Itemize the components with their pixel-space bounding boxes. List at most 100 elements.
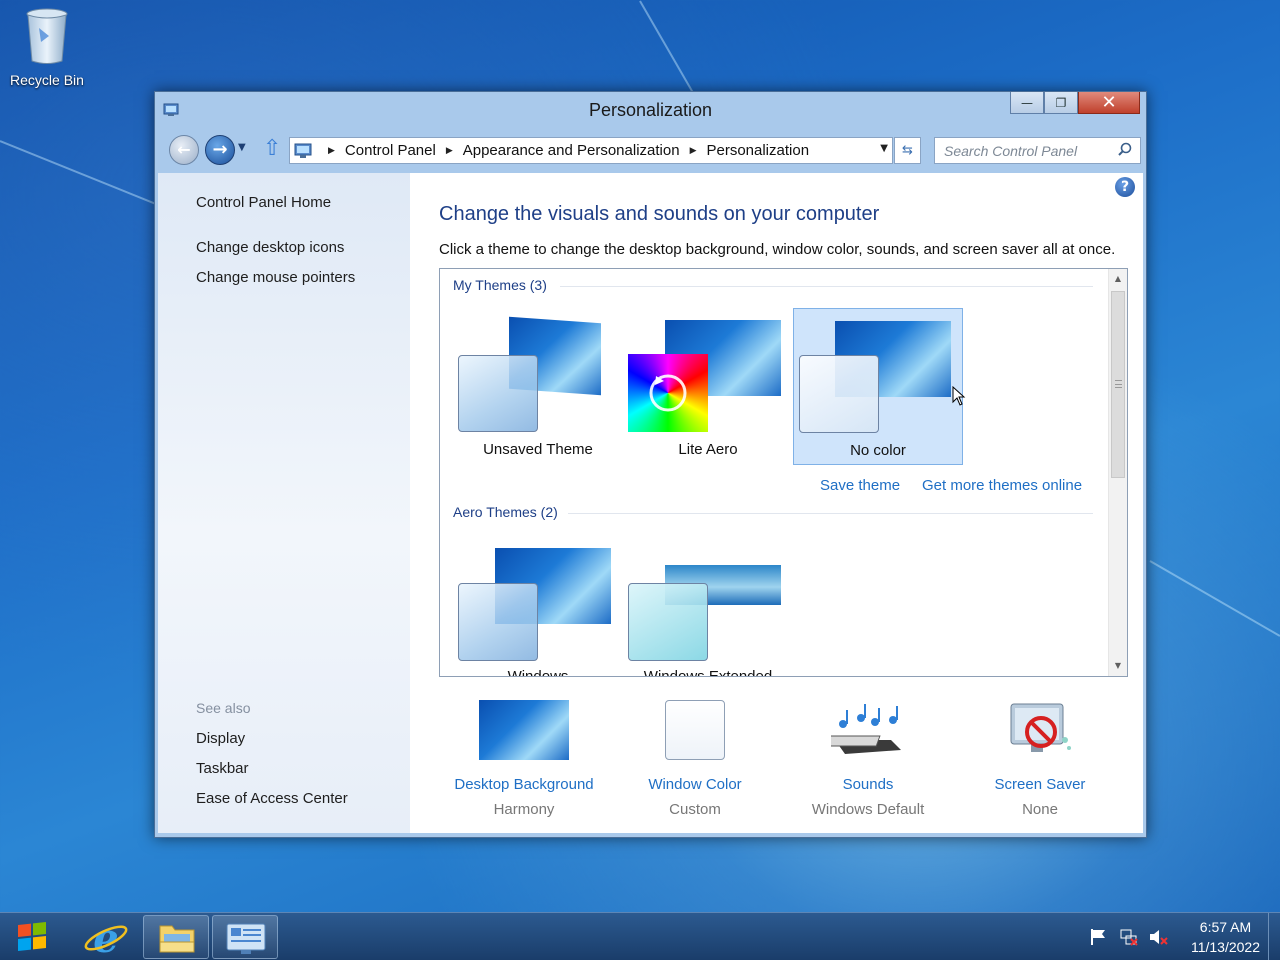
back-button[interactable]: ← — [169, 135, 199, 165]
theme-no-color[interactable]: No color — [793, 308, 963, 465]
window-color-setting[interactable]: Window Color Custom — [609, 700, 781, 818]
breadcrumb-separator-icon[interactable]: ▶ — [328, 145, 335, 156]
theme-lite-aero[interactable]: Lite Aero — [623, 308, 793, 465]
back-arrow-icon: ← — [177, 140, 191, 159]
theme-list[interactable]: My Themes (3) Unsaved Theme Lite Aero No… — [439, 268, 1128, 677]
navigation-bar: ← → ▼ ⇧ ▶ Control Panel ▶ Appearance and… — [155, 132, 1146, 168]
minimize-icon: — — [1021, 95, 1033, 110]
desktop-background-setting[interactable]: Desktop Background Harmony — [438, 700, 610, 818]
theme-name: No color — [850, 442, 906, 459]
setting-value: Custom — [669, 801, 721, 818]
theme-name: Lite Aero — [678, 441, 738, 458]
clock-date: 11/13/2022 — [1190, 939, 1260, 955]
theme-window-preview — [799, 355, 879, 433]
get-more-themes-link[interactable]: Get more themes online — [922, 477, 1082, 494]
breadcrumb-personalization[interactable]: Personalization — [706, 142, 809, 159]
clock-time: 6:57 AM — [1199, 919, 1252, 935]
svg-text:e: e — [93, 916, 118, 960]
chevron-down-icon: ▼ — [880, 143, 888, 154]
page-description: Click a theme to change the desktop back… — [439, 241, 1116, 258]
help-button[interactable]: ? — [1115, 177, 1135, 197]
task-pane: Control Panel Home Change desktop icons … — [158, 173, 410, 833]
taskbar-control-panel[interactable] — [212, 915, 278, 959]
control-panel-icon — [294, 143, 312, 159]
start-button[interactable] — [0, 913, 66, 960]
search-input[interactable]: Search Control Panel — [944, 143, 1077, 159]
my-themes-header: My Themes (3) — [453, 277, 547, 293]
maximize-icon: ❐ — [1055, 95, 1067, 110]
up-arrow-icon: ⇧ — [263, 136, 282, 161]
screen-saver-setting[interactable]: Screen Saver None — [954, 700, 1126, 818]
setting-label[interactable]: Desktop Background — [438, 776, 610, 793]
search-box[interactable]: Search Control Panel — [934, 137, 1141, 164]
chevron-down-icon: ▼ — [238, 142, 246, 153]
search-icon[interactable] — [1118, 142, 1132, 156]
taskbar-link[interactable]: Taskbar — [196, 760, 249, 777]
close-icon: ✕ — [1101, 92, 1117, 113]
forward-arrow-icon: → — [212, 139, 228, 160]
content-area: Control Panel Home Change desktop icons … — [158, 173, 1143, 833]
refresh-button[interactable]: ⇆ — [894, 137, 921, 164]
breadcrumb: ▶ Control Panel ▶ Appearance and Persona… — [318, 142, 809, 159]
theme-name: Unsaved Theme — [483, 441, 593, 458]
taskbar-file-explorer[interactable] — [143, 915, 209, 959]
volume-muted-icon[interactable] — [1148, 927, 1168, 947]
theme-unsaved[interactable]: Unsaved Theme — [453, 308, 623, 465]
change-mouse-pointers-link[interactable]: Change mouse pointers — [196, 269, 355, 286]
group-divider — [560, 286, 1093, 287]
breadcrumb-separator-icon[interactable]: ▶ — [446, 145, 453, 156]
breadcrumb-appearance[interactable]: Appearance and Personalization — [463, 142, 680, 159]
show-desktop-button[interactable] — [1268, 913, 1280, 960]
address-bar[interactable]: ▶ Control Panel ▶ Appearance and Persona… — [289, 137, 893, 164]
theme-windows-extended[interactable]: Windows Extended — [623, 535, 793, 676]
minimize-button[interactable]: — — [1010, 92, 1044, 114]
wallpaper-streak — [0, 140, 158, 206]
action-center-flag-icon[interactable] — [1088, 927, 1108, 947]
setting-label[interactable]: Screen Saver — [954, 776, 1126, 793]
internet-explorer-icon: e — [84, 915, 128, 960]
address-history-dropdown[interactable]: ▼ — [880, 143, 888, 154]
title-bar[interactable]: Personalization — ❐ ✕ — [155, 92, 1146, 130]
scroll-down-button[interactable]: ▼ — [1109, 658, 1127, 674]
sounds-setting[interactable]: Sounds Windows Default — [782, 700, 954, 818]
folder-icon — [159, 925, 195, 953]
see-also-header: See also — [196, 700, 251, 716]
maximize-button[interactable]: ❐ — [1044, 92, 1078, 114]
windows-logo-icon — [18, 922, 46, 951]
recycle-bin-shortcut[interactable]: Recycle Bin — [6, 6, 88, 88]
close-button[interactable]: ✕ — [1078, 92, 1140, 114]
wallpaper-streak — [1149, 560, 1280, 637]
ease-of-access-link[interactable]: Ease of Access Center — [196, 790, 348, 807]
clock[interactable]: 6:57 AM 11/13/2022 — [1191, 917, 1260, 957]
grip-icon — [1115, 380, 1122, 388]
breadcrumb-control-panel[interactable]: Control Panel — [345, 142, 436, 159]
wallpaper-streak — [639, 0, 696, 97]
setting-label[interactable]: Sounds — [782, 776, 954, 793]
window-color-icon — [665, 700, 725, 764]
display-link[interactable]: Display — [196, 730, 245, 747]
scroll-up-button[interactable]: ▲ — [1109, 271, 1127, 287]
theme-list-scrollbar[interactable]: ▲ ▼ — [1108, 269, 1127, 676]
control-panel-home-link[interactable]: Control Panel Home — [196, 194, 331, 211]
theme-window-preview — [628, 583, 708, 661]
setting-value: Windows Default — [811, 801, 925, 818]
refresh-icon: ⇆ — [902, 143, 913, 158]
taskbar-internet-explorer[interactable]: e — [72, 915, 138, 960]
forward-button[interactable]: → — [205, 135, 235, 165]
breadcrumb-separator-icon[interactable]: ▶ — [690, 145, 697, 156]
setting-value: Harmony — [493, 801, 555, 818]
recent-pages-dropdown[interactable]: ▼ — [238, 142, 246, 153]
scroll-thumb[interactable] — [1111, 291, 1125, 478]
up-button[interactable]: ⇧ — [263, 138, 281, 160]
aero-themes-header: Aero Themes (2) — [453, 504, 558, 520]
scroll-up-icon: ▲ — [1114, 274, 1122, 283]
taskbar: e 6:57 AM 11/13/2022 — [0, 912, 1280, 960]
theme-window-preview — [458, 355, 538, 432]
save-theme-link[interactable]: Save theme — [820, 477, 900, 494]
theme-windows[interactable]: Windows — [453, 535, 623, 676]
setting-label[interactable]: Window Color — [609, 776, 781, 793]
network-disconnected-icon[interactable] — [1119, 927, 1139, 947]
recycle-bin-icon — [23, 6, 71, 66]
control-panel-icon — [226, 923, 266, 954]
change-desktop-icons-link[interactable]: Change desktop icons — [196, 239, 344, 256]
